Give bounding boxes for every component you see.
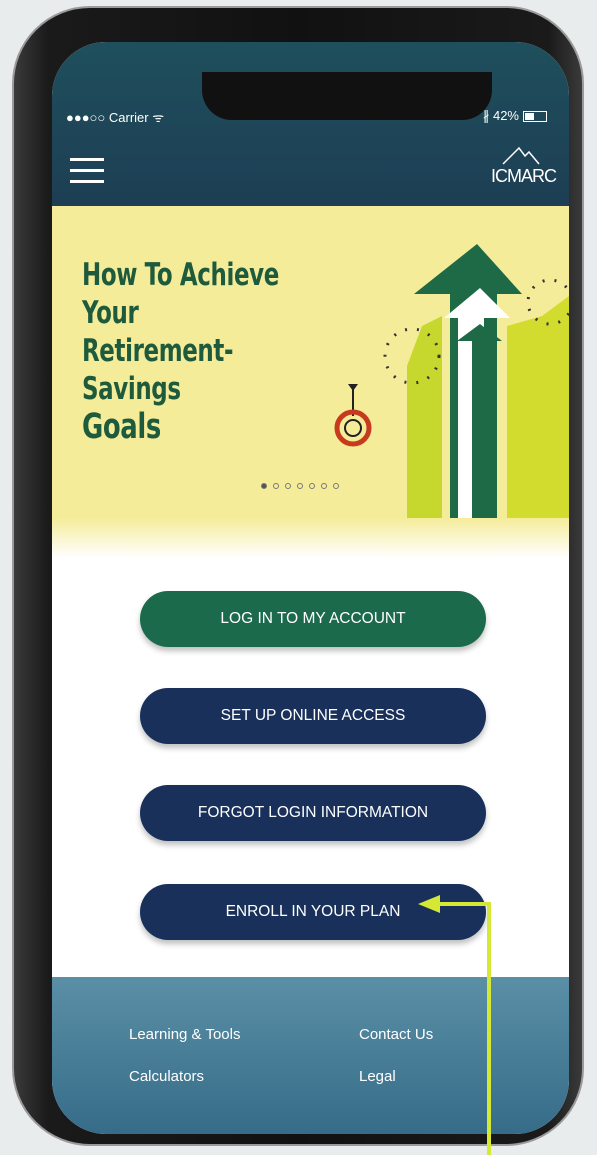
footer-links: Learning & Tools Contact Us Calculators …: [52, 977, 569, 1134]
login-button[interactable]: LOG IN TO MY ACCOUNT: [140, 591, 486, 647]
carrier-signal: ●●●○○ Carrier ᯤ: [66, 110, 165, 125]
carousel-dot[interactable]: [321, 483, 327, 489]
carousel-dot[interactable]: [333, 483, 339, 489]
phone-screen: ●●●○○ Carrier ᯤ 9:41 AM ∦ 42% ICMARC: [52, 42, 569, 1134]
app-header: ●●●○○ Carrier ᯤ 9:41 AM ∦ 42% ICMARC: [52, 42, 569, 206]
battery-percent: ∦ 42%: [482, 108, 519, 123]
icmarc-logo: ICMARC: [491, 144, 557, 196]
forgot-login-button[interactable]: FORGOT LOGIN INFORMATION: [140, 785, 486, 841]
callout-line-horizontal: [438, 902, 490, 906]
battery-icon: [523, 110, 547, 122]
headline-line-3: Goals: [82, 407, 161, 447]
carousel-dot[interactable]: [297, 483, 303, 489]
carousel-indicator: [261, 483, 339, 489]
banner-headline: How To Achieve Your Retirement-Savings G…: [82, 256, 304, 446]
hero-banner[interactable]: How To Achieve Your Retirement-Savings G…: [52, 206, 569, 538]
footer-link-contact[interactable]: Contact Us: [359, 1026, 433, 1043]
footer-link-learning[interactable]: Learning & Tools: [129, 1026, 240, 1043]
carousel-dot[interactable]: [261, 483, 267, 489]
callout-line-vertical: [487, 902, 491, 1155]
menu-icon[interactable]: [70, 158, 104, 186]
footer-link-calculators[interactable]: Calculators: [129, 1068, 204, 1085]
banner-fade: [52, 518, 569, 558]
callout-arrow-icon: [418, 895, 440, 913]
logo-text: ICMARC: [491, 166, 557, 186]
carousel-dot[interactable]: [285, 483, 291, 489]
headline-line-1: How To Achieve Your: [82, 257, 279, 331]
phone-notch: [202, 72, 492, 120]
headline-line-2: Retirement-Savings: [82, 333, 234, 407]
setup-online-access-button[interactable]: SET UP ONLINE ACCESS: [140, 688, 486, 744]
carousel-dot[interactable]: [273, 483, 279, 489]
footer-link-legal[interactable]: Legal: [359, 1068, 396, 1085]
phone-frame: ●●●○○ Carrier ᯤ 9:41 AM ∦ 42% ICMARC: [12, 6, 584, 1146]
carousel-dot[interactable]: [309, 483, 315, 489]
mountain-icon: [502, 146, 540, 165]
target-icon: [334, 384, 372, 447]
battery-status: ∦ 42%: [483, 108, 547, 124]
